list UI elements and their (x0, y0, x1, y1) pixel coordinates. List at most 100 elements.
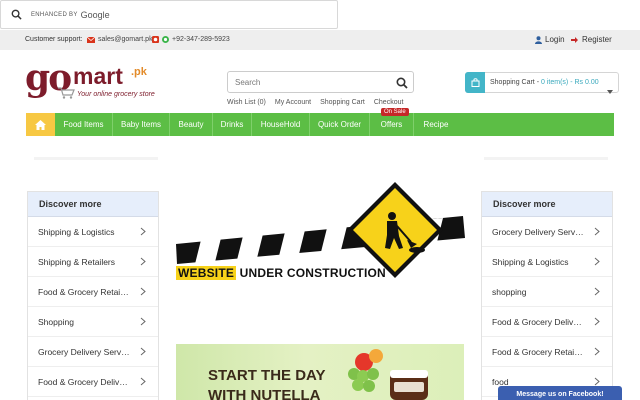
discover-item[interactable]: Shipping & Logistics (482, 247, 612, 277)
on-sale-badge: On Sale (381, 108, 409, 116)
site-search-input[interactable] (235, 77, 385, 87)
under-construction-banner: WEBSITE UNDER CONSTRUCTION (173, 178, 466, 288)
discover-item-label: Shipping & Retailers (38, 256, 116, 267)
construction-word-rest: UNDER CONSTRUCTION (239, 266, 386, 280)
discover-item-label: Shopping (38, 316, 74, 327)
nutella-promo-banner[interactable]: START THE DAY WITH NUTELLA (176, 344, 464, 400)
discover-item-label: Shipping & Logistics (38, 226, 115, 237)
facebook-message-button[interactable]: Message us on Facebook! (498, 386, 622, 400)
panel-title: Discover more (482, 192, 612, 217)
logo-tagline: Your online grocery store (77, 91, 155, 98)
home-icon (35, 119, 46, 130)
nav-food-items[interactable]: Food Items (55, 113, 113, 136)
enhanced-by-label: ENHANCED BY (31, 11, 78, 18)
chevron-right-icon (594, 377, 600, 386)
divider (484, 157, 608, 160)
chevron-right-icon (594, 257, 600, 266)
chevron-right-icon (140, 317, 146, 326)
chevron-right-icon (594, 317, 600, 326)
discover-item[interactable]: Shipping & Retailers (28, 247, 158, 277)
chevron-right-icon (140, 347, 146, 356)
cart-label: Shopping Cart - (490, 79, 540, 86)
nav-household[interactable]: HouseHold (252, 113, 310, 136)
nav-recipe[interactable]: Recipe (414, 113, 458, 136)
left-discover-panel: Discover more Shipping & Logistics Shipp… (27, 191, 159, 400)
discover-item-label: shopping (492, 286, 527, 297)
discover-item-label: Grocery Delivery Services (492, 226, 584, 237)
discover-item-label: Food & Grocery Retailers (492, 346, 584, 357)
support-email-text: sales@gomart.pk (98, 36, 153, 43)
discover-item-label: Food & Grocery Delivery (38, 376, 130, 387)
discover-item[interactable]: Grocery Delivery Services (482, 217, 612, 247)
login-label: Login (545, 35, 565, 44)
chevron-right-icon (594, 287, 600, 296)
google-search-bar[interactable]: ENHANCED BY Google (0, 0, 338, 29)
nav-home[interactable] (26, 113, 55, 136)
discover-item[interactable]: Shopping (28, 307, 158, 337)
google-word: Google (80, 9, 110, 20)
envelope-icon (87, 36, 95, 43)
quick-links: Wish List (0) My Account Shopping Cart C… (227, 99, 403, 106)
cart-icon (465, 71, 485, 93)
right-discover-panel: Discover more Grocery Delivery Services … (481, 191, 613, 400)
discover-item[interactable]: Grocery Delivery Services (28, 337, 158, 367)
discover-item-label: Grocery Delivery Services (38, 346, 130, 357)
login-link[interactable]: Login (535, 35, 565, 44)
checkout-link[interactable]: Checkout (374, 99, 404, 106)
chevron-right-icon (594, 347, 600, 356)
chevron-right-icon (140, 227, 146, 236)
promo-line-2: WITH NUTELLA (208, 387, 321, 400)
construction-word-website: WEBSITE (176, 266, 237, 280)
chevron-right-icon (140, 287, 146, 296)
top-info-bar: Customer support: sales@gomart.pk +92-34… (0, 30, 640, 50)
logo-mart: mart (73, 63, 123, 89)
register-label: Register (582, 35, 612, 44)
nav-offers[interactable]: Offers (370, 113, 414, 136)
logo-cart-icon (58, 87, 75, 99)
support-phone[interactable]: +92-347-289-5923 (152, 36, 230, 43)
discover-item-label: Food & Grocery Retailers (38, 286, 130, 297)
shopping-cart-link[interactable]: Shopping Cart (320, 99, 365, 106)
caret-down-icon (607, 81, 613, 99)
main-nav: Food Items Baby Items Beauty Drinks Hous… (26, 113, 614, 136)
search-icon[interactable] (396, 76, 408, 94)
promo-line-1: START THE DAY (208, 367, 326, 384)
chevron-right-icon (140, 377, 146, 386)
search-icon[interactable] (1, 9, 31, 20)
user-icon (535, 35, 542, 44)
construction-text: WEBSITE UNDER CONSTRUCTION (176, 266, 386, 280)
whatsapp-icon (162, 36, 169, 43)
discover-item[interactable]: Food & Grocery Delivery (482, 307, 612, 337)
register-link[interactable]: Register (571, 35, 612, 44)
site-logo[interactable]: go mart .pk Your online grocery store (25, 60, 165, 105)
shopping-cart-button[interactable]: Shopping Cart - 0 item(s) - Rs 0.00 (465, 71, 619, 94)
logo-pk: .pk (131, 66, 147, 78)
cart-value: 0 item(s) - Rs 0.00 (541, 79, 599, 86)
nav-quick-order[interactable]: Quick Order (310, 113, 370, 136)
discover-item[interactable]: Shipping & Logistics (28, 217, 158, 247)
discover-item-label: Food & Grocery Delivery (492, 316, 584, 327)
discover-item-label: Shipping & Logistics (492, 256, 569, 267)
discover-item[interactable]: shopping (482, 277, 612, 307)
panel-title: Discover more (28, 192, 158, 217)
discover-item-label: food (492, 376, 509, 387)
signin-arrow-icon (571, 36, 578, 43)
support-phone-text: +92-347-289-5923 (172, 36, 230, 43)
facebook-message-label: Message us on Facebook! (516, 390, 604, 398)
wish-list-link[interactable]: Wish List (0) (227, 99, 266, 106)
nav-baby-items[interactable]: Baby Items (113, 113, 170, 136)
chevron-right-icon (594, 227, 600, 236)
discover-item[interactable]: Food & Grocery Retailers (482, 337, 612, 367)
fruit-and-jar-image (348, 349, 428, 400)
discover-item[interactable]: Food & Grocery Retailers (28, 277, 158, 307)
customer-support-label: Customer support: (25, 36, 83, 43)
discover-item[interactable]: Food & Grocery Delivery (28, 367, 158, 397)
my-account-link[interactable]: My Account (275, 99, 311, 106)
nav-drinks[interactable]: Drinks (213, 113, 252, 136)
nav-beauty[interactable]: Beauty (170, 113, 213, 136)
phone-icon (152, 36, 159, 43)
chevron-right-icon (140, 257, 146, 266)
site-search-box[interactable] (227, 71, 414, 93)
divider (34, 157, 158, 160)
support-email[interactable]: sales@gomart.pk (87, 36, 153, 43)
